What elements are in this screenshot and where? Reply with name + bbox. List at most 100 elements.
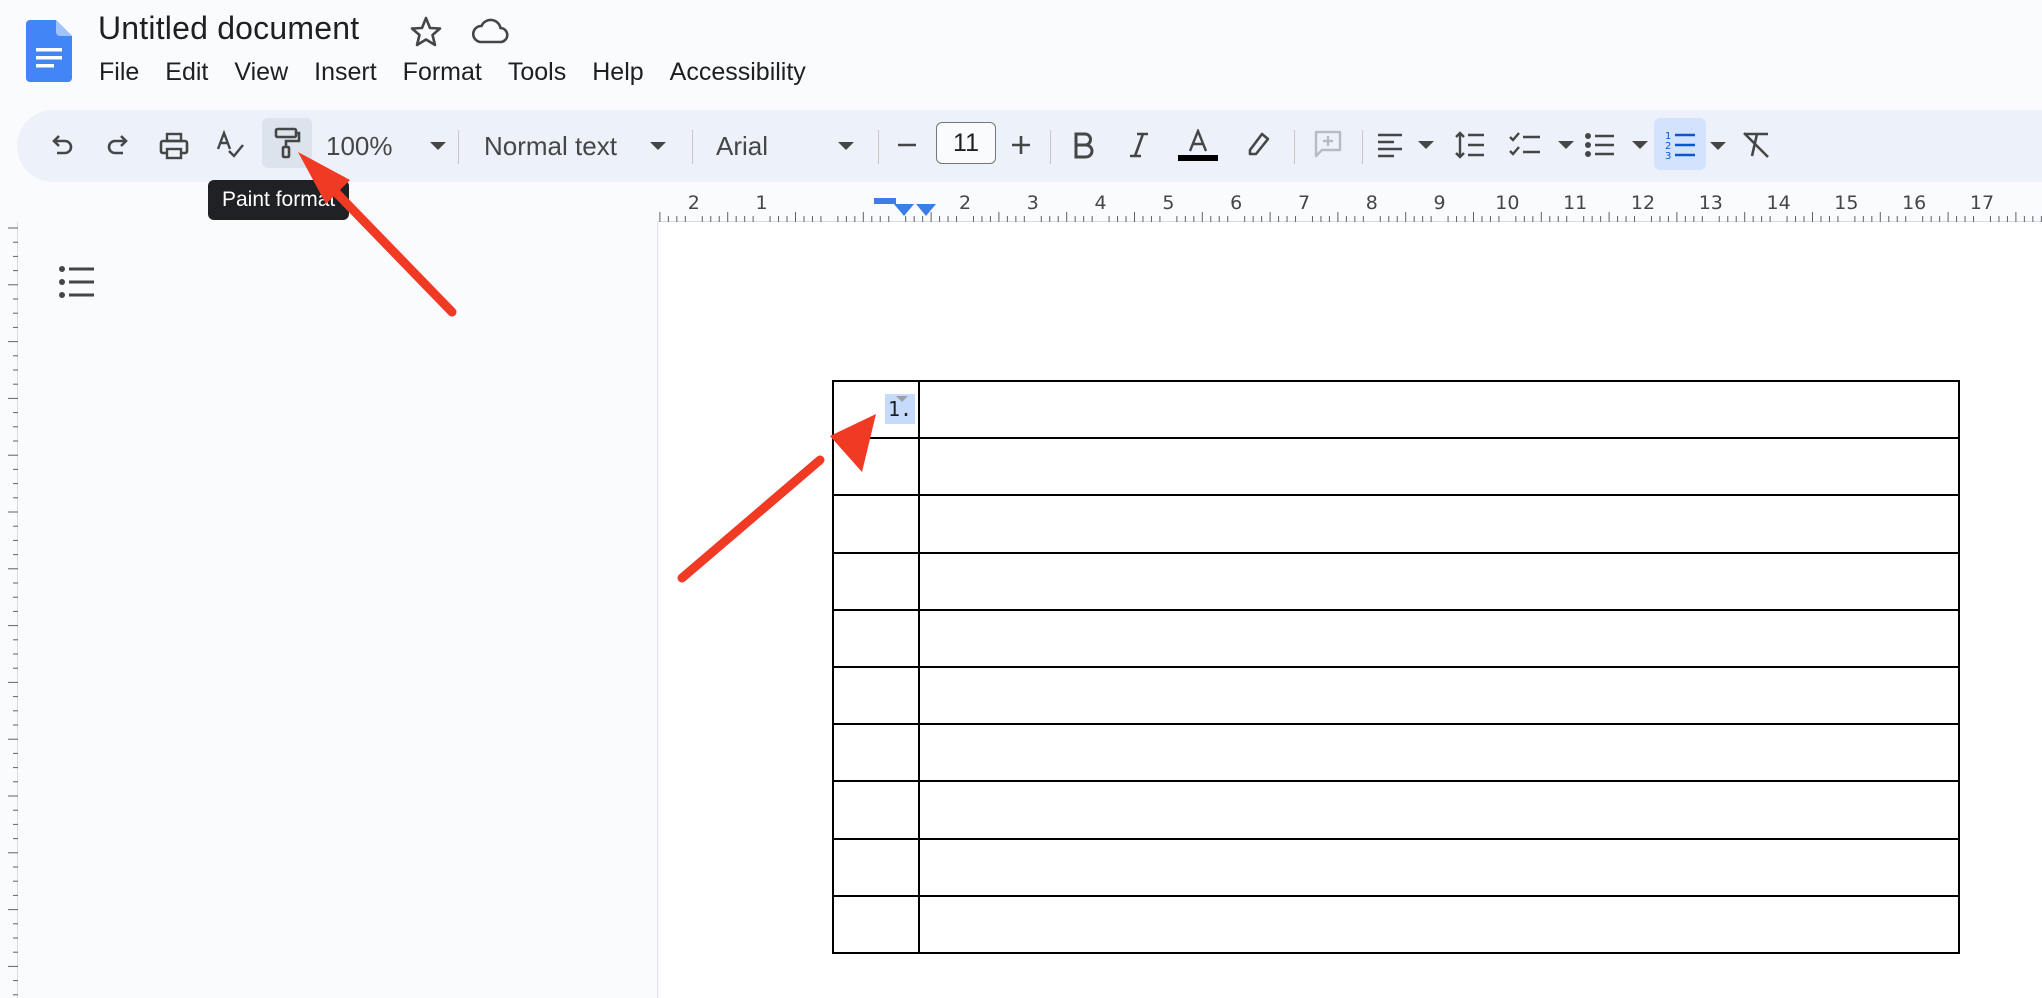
paint-format-icon [274,127,301,159]
ruler-label: 13 [1698,192,1723,214]
ruler-label: 2 [687,192,700,214]
cloud-saved-icon[interactable] [470,14,510,50]
left-indent-marker[interactable] [874,198,896,204]
paragraph-style-dropdown[interactable]: Normal text [484,126,666,166]
table-row [832,494,1960,554]
paint-format-button[interactable] [262,118,312,168]
table-cell[interactable] [832,780,920,840]
ruler-label: 16 [1902,192,1927,214]
menu-accessibility[interactable]: Accessibility [657,56,819,89]
menu-edit[interactable]: Edit [152,56,221,89]
ruler-label: 4 [1094,192,1107,214]
checklist-icon [1509,132,1540,156]
chevron-down-icon [838,142,854,150]
text-color-button[interactable] [1176,124,1220,166]
menu-tools[interactable]: Tools [495,56,579,89]
align-left-icon [1378,133,1402,158]
checklist-dropdown[interactable] [1508,126,1574,164]
table-cell[interactable] [832,551,920,611]
ruler-label: 9 [1433,192,1446,214]
toolbar-divider [1362,130,1363,164]
table-row [832,608,1960,668]
chevron-down-icon [896,396,908,402]
table-cell[interactable] [832,437,920,497]
hanging-indent-marker[interactable] [916,204,936,216]
table-cell[interactable] [918,608,1960,668]
ruler-label: 7 [1297,192,1311,214]
font-size-input[interactable]: 11 [936,122,996,164]
add-comment-button[interactable] [1310,126,1346,162]
clear-formatting-button[interactable] [1738,126,1774,164]
table-cell[interactable] [832,837,920,897]
table-cell[interactable] [832,723,920,783]
chevron-down-icon [650,142,666,150]
chevron-down-icon [1632,141,1648,149]
ruler-label: 2 [958,192,972,214]
font-value: Arial [716,130,769,161]
table-cell[interactable] [918,551,1960,611]
svg-text:3: 3 [1665,151,1671,160]
italic-button[interactable] [1122,128,1156,162]
menu-insert[interactable]: Insert [301,56,390,89]
star-icon[interactable] [408,14,444,50]
print-button[interactable] [156,128,192,164]
google-docs-logo-icon[interactable] [26,20,72,82]
ruler-label: 1 [755,192,768,214]
ruler-label: 10 [1495,192,1520,214]
redo-button[interactable] [100,128,136,164]
bold-button[interactable] [1066,128,1100,162]
zoom-value: 100% [326,130,393,161]
table-cell[interactable] [918,894,1960,954]
table-cell[interactable] [918,780,1960,840]
menubar: File Edit View Insert Format Tools Help … [86,56,819,89]
plus-icon [1012,136,1030,154]
numbered-list-options-button[interactable] [1708,136,1728,156]
document-outline-panel [18,222,658,998]
vertical-ruler-ticks [8,227,18,996]
ruler-label: 3 [1026,192,1039,214]
ruler-label: 17 [1969,192,1995,214]
table-cell[interactable] [918,494,1960,554]
table-row [832,551,1960,611]
align-dropdown[interactable] [1376,126,1434,164]
increase-font-size-button[interactable] [1004,128,1038,162]
highlight-color-button[interactable] [1240,126,1276,162]
text-color-icon [1188,129,1208,152]
vertical-ruler[interactable] [0,222,18,998]
horizontal-ruler[interactable]: 2 1 2 3 4 5 6 7 8 9 10 11 12 13 14 15 16 17 [658,192,2042,222]
table-cell[interactable] [832,894,920,954]
undo-button[interactable] [44,128,80,164]
first-line-indent-marker[interactable] [894,204,914,216]
table-cell[interactable] [918,837,1960,897]
decrease-font-size-button[interactable] [890,128,924,162]
line-spacing-button[interactable] [1452,126,1488,164]
menu-view[interactable]: View [221,56,301,89]
table-cell[interactable] [918,665,1960,726]
chevron-down-icon [1558,141,1574,149]
spellcheck-button[interactable] [212,126,248,164]
table-cell[interactable] [832,608,920,668]
google-docs-window: Untitled document File Edit View Insert … [0,0,2042,998]
document-outline-icon[interactable] [58,264,98,300]
document-table[interactable] [832,379,1960,954]
table-cell[interactable] [918,437,1960,497]
table-cell[interactable] [832,494,920,554]
table-cell[interactable] [832,665,920,726]
add-comment-icon [1314,130,1342,158]
toolbar-divider [1294,130,1295,164]
numbered-list-button[interactable]: 123 [1654,118,1706,170]
document-title[interactable]: Untitled document [98,10,359,47]
menu-format[interactable]: Format [390,56,495,89]
zoom-dropdown[interactable]: 100% [326,126,446,166]
table-cell[interactable] [918,723,1960,783]
menu-file[interactable]: File [86,56,152,89]
menu-help[interactable]: Help [579,56,656,89]
table-row [832,665,1960,726]
bulleted-list-dropdown[interactable] [1584,126,1648,164]
toolbar-divider [458,130,459,164]
minus-icon [898,143,916,147]
paint-format-tooltip: Paint format [208,180,350,220]
undo-icon [52,135,73,155]
table-cell[interactable] [918,379,1960,440]
font-dropdown[interactable]: Arial [716,126,854,166]
